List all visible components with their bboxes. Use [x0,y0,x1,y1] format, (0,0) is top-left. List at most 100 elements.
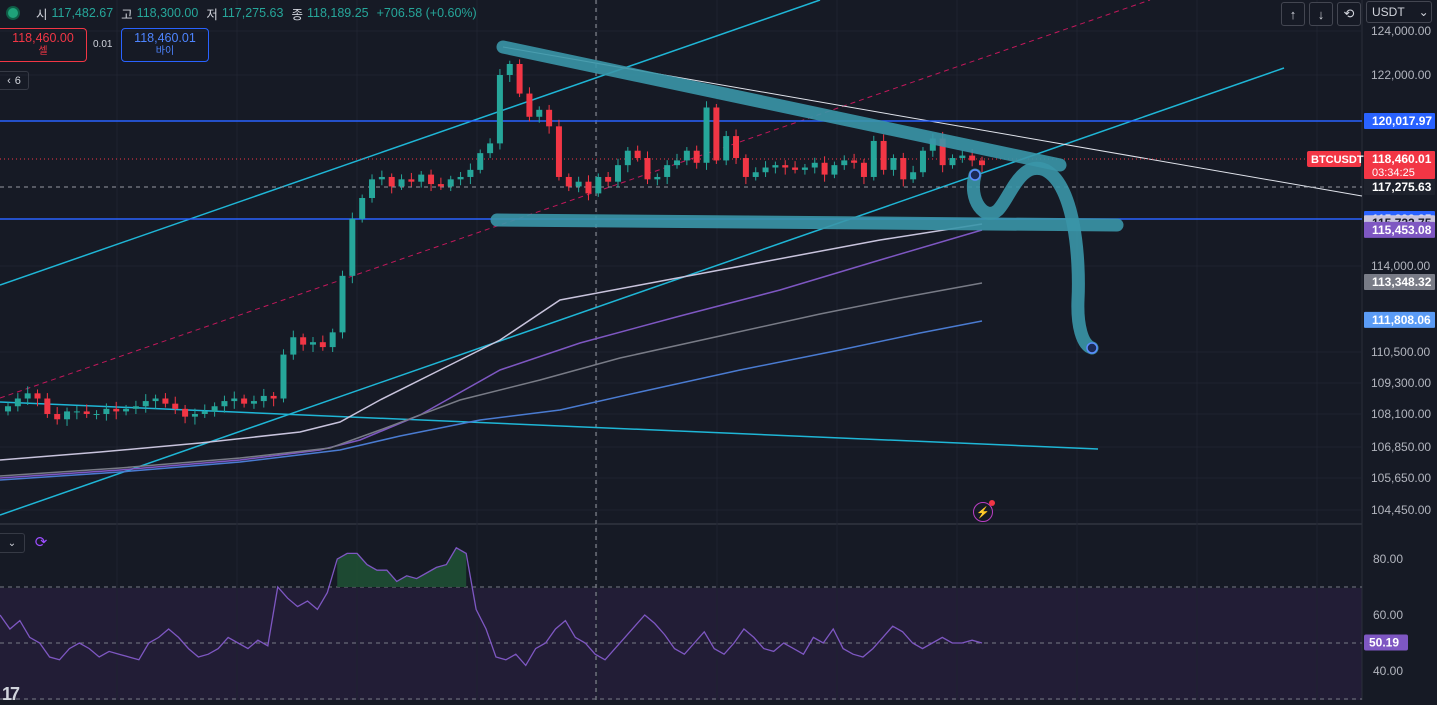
candle-body [890,158,897,170]
arrow-down-icon: ↓ [1317,6,1325,22]
candle-body [979,160,985,166]
candle-body [191,414,198,417]
candle-body [693,150,700,163]
candle-body [428,174,435,185]
candle-body [614,165,621,182]
price-badge-label: 120,017.97 [1372,114,1432,128]
scroll-up-button[interactable]: ↑ [1281,2,1305,26]
candle-body [73,411,80,413]
candle-body [309,342,316,345]
indicators-toggle[interactable]: ‹ 6 [0,71,29,90]
candle-body [142,401,149,407]
candle-body [280,354,287,399]
sell-button[interactable]: 118,460.00 셀 [0,28,87,62]
price-badge-label: 115,453.08 [1372,223,1432,237]
candle-body [34,393,41,399]
buy-button[interactable]: 118,460.01 바이 [121,28,209,62]
low-value: 117,275.63 [221,6,284,20]
candle-body [713,107,720,161]
open-value: 117,482.67 [51,6,114,20]
candle-body [536,109,543,117]
candle-body [605,176,612,182]
candle-body [457,176,464,180]
candle-body [674,160,681,166]
price-badge-label: 111,808.06 [1372,313,1431,327]
candle-body [123,408,130,412]
rsi-band-fill [0,588,1362,700]
candle-body [477,153,484,170]
candle-body [349,218,356,276]
candle-body [231,398,238,402]
candle-body [772,165,779,168]
price-tick-label: 109,300.00 [1371,376,1431,390]
candle-body [241,398,248,404]
price-tick-label: 106,850.00 [1371,440,1431,454]
candle-body [201,411,208,414]
rsi-collapse-button[interactable]: ⌄ [0,533,25,553]
candle-body [949,158,956,166]
candle-body [595,176,602,194]
change-value: +706.58 (+0.60%) [376,6,477,20]
candle-body [152,398,159,402]
candle-body [54,414,61,420]
candle-body [851,160,858,163]
price-badge-label: 118,460.01 [1372,152,1432,166]
candle-body [792,167,799,170]
price-tick-label: 108,100.00 [1371,407,1431,421]
candle-body [919,150,926,173]
candle-body [24,393,31,399]
candle-body [64,411,71,420]
candle-body [634,150,641,159]
candle-body [506,64,513,75]
price-tick-label: 104,450.00 [1371,503,1431,517]
buy-price: 118,460.01 [134,31,196,45]
candle-body [703,107,710,163]
candle-body [211,406,218,412]
candle-body [467,169,474,177]
alert-icon[interactable]: ⚡ [973,500,995,522]
reset-view-button[interactable]: ⟲ [1337,2,1361,26]
currency-select[interactable]: USDT ⌄ [1366,1,1432,23]
candle-body [900,158,907,180]
sell-price: 118,460.00 [12,31,74,45]
scroll-down-button[interactable]: ↓ [1309,2,1333,26]
chevron-down-icon: ⌄ [7,537,17,549]
candle-body [969,155,976,161]
candle-body [565,176,572,187]
candle-body [723,136,730,161]
rsi-refresh-icon[interactable]: ⟳ [33,535,49,551]
close-label: 종 [291,7,303,22]
candle-body [339,275,346,333]
candle-body [162,398,169,404]
annotation-start-point [969,169,981,181]
candle-body [870,140,877,177]
candle-body [860,162,867,177]
candle-body [644,158,651,180]
annotation-end-point [1086,342,1098,354]
price-chart[interactable]: 124,000.00 122,000.00 114,000.00 110,500.00… [0,0,1437,700]
candle-body [801,167,808,170]
candle-body [487,143,494,154]
candle-body [733,136,740,159]
candle-body [418,174,425,182]
candle-body [290,337,297,355]
rsi-tick-label: 40.00 [1373,664,1403,678]
candle-body [447,179,454,187]
close-value: 118,189.25 [306,6,369,20]
candle-body [752,172,759,177]
candle-body [14,398,21,407]
candle-body [683,150,690,161]
rsi-tick-label: 60.00 [1373,608,1403,622]
indicator-count: 6 [14,74,21,87]
candle-body [5,406,11,412]
candle-body [132,406,139,409]
candle-body [250,401,257,404]
candle-body [742,158,749,177]
reset-icon: ⟲ [1343,6,1355,21]
symbol-status-icon [8,8,18,18]
candle-body [880,140,887,170]
candle-body [762,167,769,173]
candle-body [369,179,376,199]
candle-body [113,408,120,412]
candle-body [182,408,189,417]
